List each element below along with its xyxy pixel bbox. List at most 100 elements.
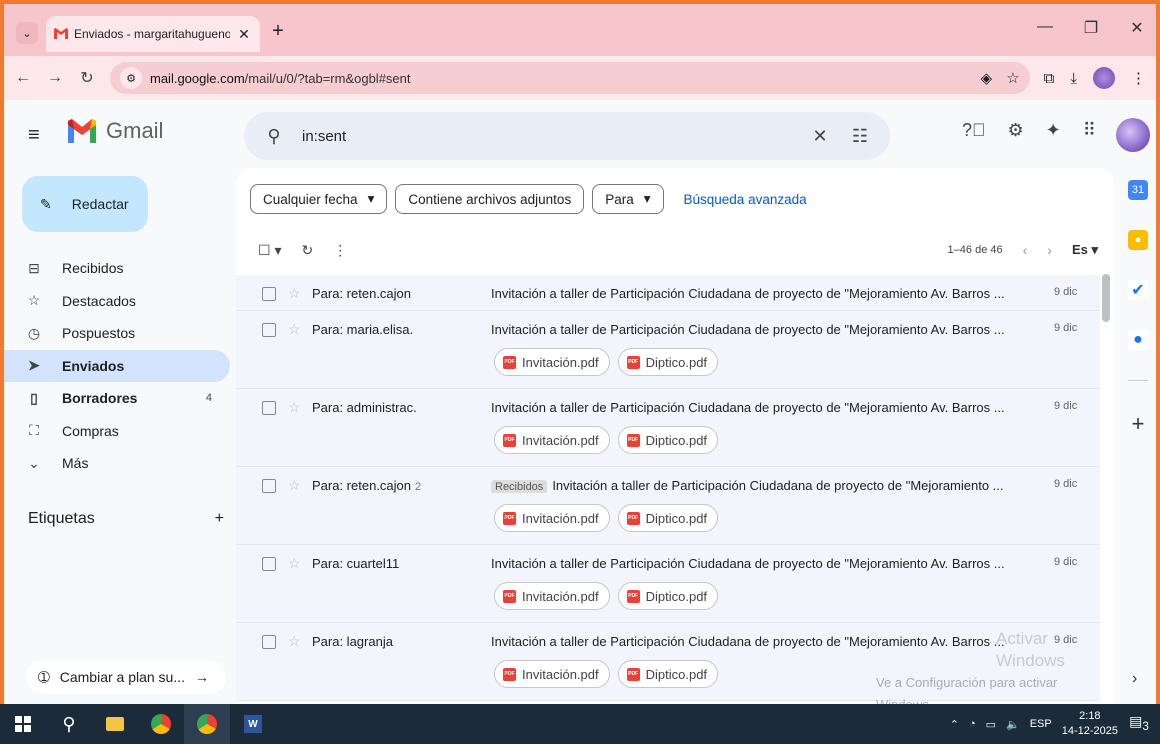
sidebar-item-enviados[interactable]: ➤ Enviados <box>4 349 230 382</box>
sidebar-item-compras[interactable]: ⛶ Compras <box>4 415 230 448</box>
row-checkbox[interactable] <box>262 479 276 493</box>
add-label-icon[interactable]: + <box>215 510 224 528</box>
extensions-icon[interactable]: ⧉ <box>1044 70 1055 87</box>
word-icon[interactable]: W <box>230 704 276 744</box>
attachment-chip[interactable]: PDF Diptico.pdf <box>617 348 719 376</box>
scrollbar-thumb[interactable] <box>1102 274 1110 322</box>
to-filter-chip[interactable]: Para ▾ <box>592 184 664 214</box>
row-checkbox[interactable] <box>262 323 276 337</box>
sidebar-item-pospuestos[interactable]: ◷ Pospuestos <box>4 317 230 350</box>
row-checkbox[interactable] <box>262 287 276 301</box>
contacts-icon[interactable]: ● <box>1128 330 1148 350</box>
sidebar-item-mas[interactable]: ⌄ Más <box>4 447 230 480</box>
file-explorer-icon[interactable] <box>92 704 138 744</box>
url-text[interactable]: mail.google.com/mail/u/0/?tab=rm&ogbl#se… <box>150 71 973 86</box>
attachments-filter-chip[interactable]: Contiene archivos adjuntos <box>395 184 585 214</box>
refresh-icon[interactable]: ↻ <box>301 242 313 259</box>
forward-icon[interactable]: → <box>46 69 64 87</box>
settings-gear-icon[interactable]: ⚙ <box>1008 120 1024 141</box>
attachment-chip[interactable]: PDF Diptico.pdf <box>617 660 719 688</box>
star-icon[interactable]: ☆ <box>288 285 301 302</box>
attachment-chip[interactable]: PDF Diptico.pdf <box>617 504 719 532</box>
star-icon[interactable]: ☆ <box>288 477 301 494</box>
scrollbar[interactable] <box>1102 272 1112 688</box>
gmail-logo[interactable]: Gmail <box>66 118 163 144</box>
download-icon[interactable]: ⤓ <box>1070 70 1077 87</box>
attachment-chip[interactable]: PDF Invitación.pdf <box>494 582 610 610</box>
star-icon[interactable]: ☆ <box>288 633 301 650</box>
sidebar-item-destacados[interactable]: ☆ Destacados <box>4 285 230 318</box>
bookmark-star-icon[interactable]: ☆ <box>1006 69 1019 87</box>
search-icon[interactable]: ⚲ <box>262 126 286 147</box>
window-close-icon[interactable]: ✕ <box>1124 18 1150 38</box>
clear-search-icon[interactable]: ✕ <box>808 126 832 147</box>
account-avatar[interactable] <box>1116 118 1150 152</box>
date-filter-chip[interactable]: Cualquier fecha ▾ <box>250 184 388 214</box>
more-options-icon[interactable]: ⋮ <box>333 242 347 259</box>
minimize-icon[interactable]: — <box>1032 18 1058 38</box>
apps-grid-icon[interactable]: ⠿ <box>1083 120 1096 141</box>
row-checkbox[interactable] <box>262 401 276 415</box>
prev-page-icon[interactable]: ‹ <box>1023 242 1028 258</box>
keep-icon[interactable]: ● <box>1128 230 1148 250</box>
wifi-icon[interactable]: ◔ <box>969 718 976 730</box>
chrome-profile-icon[interactable] <box>184 704 230 744</box>
attachment-chip[interactable]: PDF Invitación.pdf <box>494 348 610 376</box>
sidebar-item-recibidos[interactable]: ⊟ Recibidos <box>4 252 230 285</box>
profile-avatar[interactable] <box>1093 67 1115 89</box>
language-indicator[interactable]: ESP <box>1030 718 1052 730</box>
add-addon-icon[interactable]: + <box>1132 411 1145 437</box>
star-icon[interactable]: ☆ <box>288 399 301 416</box>
notifications-icon[interactable]: ▤3 <box>1128 713 1150 735</box>
battery-icon[interactable]: ▭ <box>986 718 996 731</box>
main-menu-icon[interactable]: ≡ <box>28 124 40 147</box>
tab-search-button[interactable]: ⌄ <box>16 22 38 44</box>
email-row[interactable]: ☆ Para: reten.cajon Invitación a taller … <box>236 275 1100 311</box>
clock[interactable]: 2:18 14-12-2025 <box>1062 709 1118 739</box>
gemini-sparkle-icon[interactable]: ✦ <box>1046 120 1061 141</box>
volume-icon[interactable]: 🔈 <box>1006 718 1020 731</box>
search-options-icon[interactable]: ☷ <box>848 126 872 147</box>
advanced-search-link[interactable]: Búsqueda avanzada <box>684 192 807 207</box>
tasks-icon[interactable]: ✔ <box>1128 280 1148 300</box>
back-icon[interactable]: ← <box>14 69 32 87</box>
attachment-chip[interactable]: PDF Invitación.pdf <box>494 426 610 454</box>
tray-chevron-icon[interactable]: ⌃ <box>950 718 959 731</box>
compose-button[interactable]: ✎ Redactar <box>22 176 148 232</box>
taskbar-search-icon[interactable]: ⚲ <box>46 704 92 744</box>
search-input[interactable] <box>302 127 792 145</box>
show-side-panel-icon[interactable]: › <box>1132 670 1137 688</box>
email-row[interactable]: ☆ Para: maria.elisa. Invitación a taller… <box>236 311 1100 389</box>
lens-icon[interactable]: ◈ <box>981 69 993 87</box>
calendar-icon[interactable]: 31 <box>1128 180 1148 200</box>
help-icon[interactable]: ?⃝ <box>962 120 986 141</box>
row-checkbox[interactable] <box>262 557 276 571</box>
sidebar-item-borradores[interactable]: ▯ Borradores 4 <box>4 382 230 415</box>
windows-start-icon[interactable] <box>0 704 46 744</box>
chrome-icon[interactable] <box>138 704 184 744</box>
input-language-button[interactable]: Es ▾ <box>1072 242 1098 258</box>
sidebar-nav: ⊟ Recibidos ☆ Destacados ◷ Pospuestos ➤ … <box>4 252 234 480</box>
labels-title: Etiquetas <box>28 510 95 527</box>
browser-menu-icon[interactable]: ⋮ <box>1131 69 1146 87</box>
select-all-checkbox[interactable]: ☐ ▾ <box>258 242 281 259</box>
attachment-chip[interactable]: PDF Invitación.pdf <box>494 660 610 688</box>
email-row[interactable]: ☆ Para: reten.cajon 2 Recibidos Invitación… <box>236 467 1100 545</box>
restore-icon[interactable]: ❐ <box>1078 18 1104 38</box>
attachment-chip[interactable]: PDF Diptico.pdf <box>617 426 719 454</box>
tab-close-icon[interactable]: ✕ <box>236 26 252 43</box>
row-checkbox[interactable] <box>262 635 276 649</box>
address-bar[interactable]: ⚙ mail.google.com/mail/u/0/?tab=rm&ogbl#… <box>110 62 1030 94</box>
star-icon[interactable]: ☆ <box>288 321 301 338</box>
tab-gmail[interactable]: Enviados - margaritahugueno@ ✕ <box>46 16 260 52</box>
next-page-icon[interactable]: › <box>1047 242 1052 258</box>
new-tab-button[interactable]: + <box>266 20 290 43</box>
attachment-chip[interactable]: PDF Diptico.pdf <box>617 582 719 610</box>
attachment-chip[interactable]: PDF Invitación.pdf <box>494 504 610 532</box>
star-icon[interactable]: ☆ <box>288 555 301 572</box>
reload-icon[interactable]: ↻ <box>78 68 96 88</box>
site-info-icon[interactable]: ⚙ <box>120 67 142 89</box>
upgrade-plan-button[interactable]: ➀ Cambiar a plan su... → <box>26 660 226 694</box>
email-row[interactable]: ☆ Para: administrac. Invitación a taller… <box>236 389 1100 467</box>
email-row[interactable]: ☆ Para: cuartel11 Invitación a taller de… <box>236 545 1100 623</box>
